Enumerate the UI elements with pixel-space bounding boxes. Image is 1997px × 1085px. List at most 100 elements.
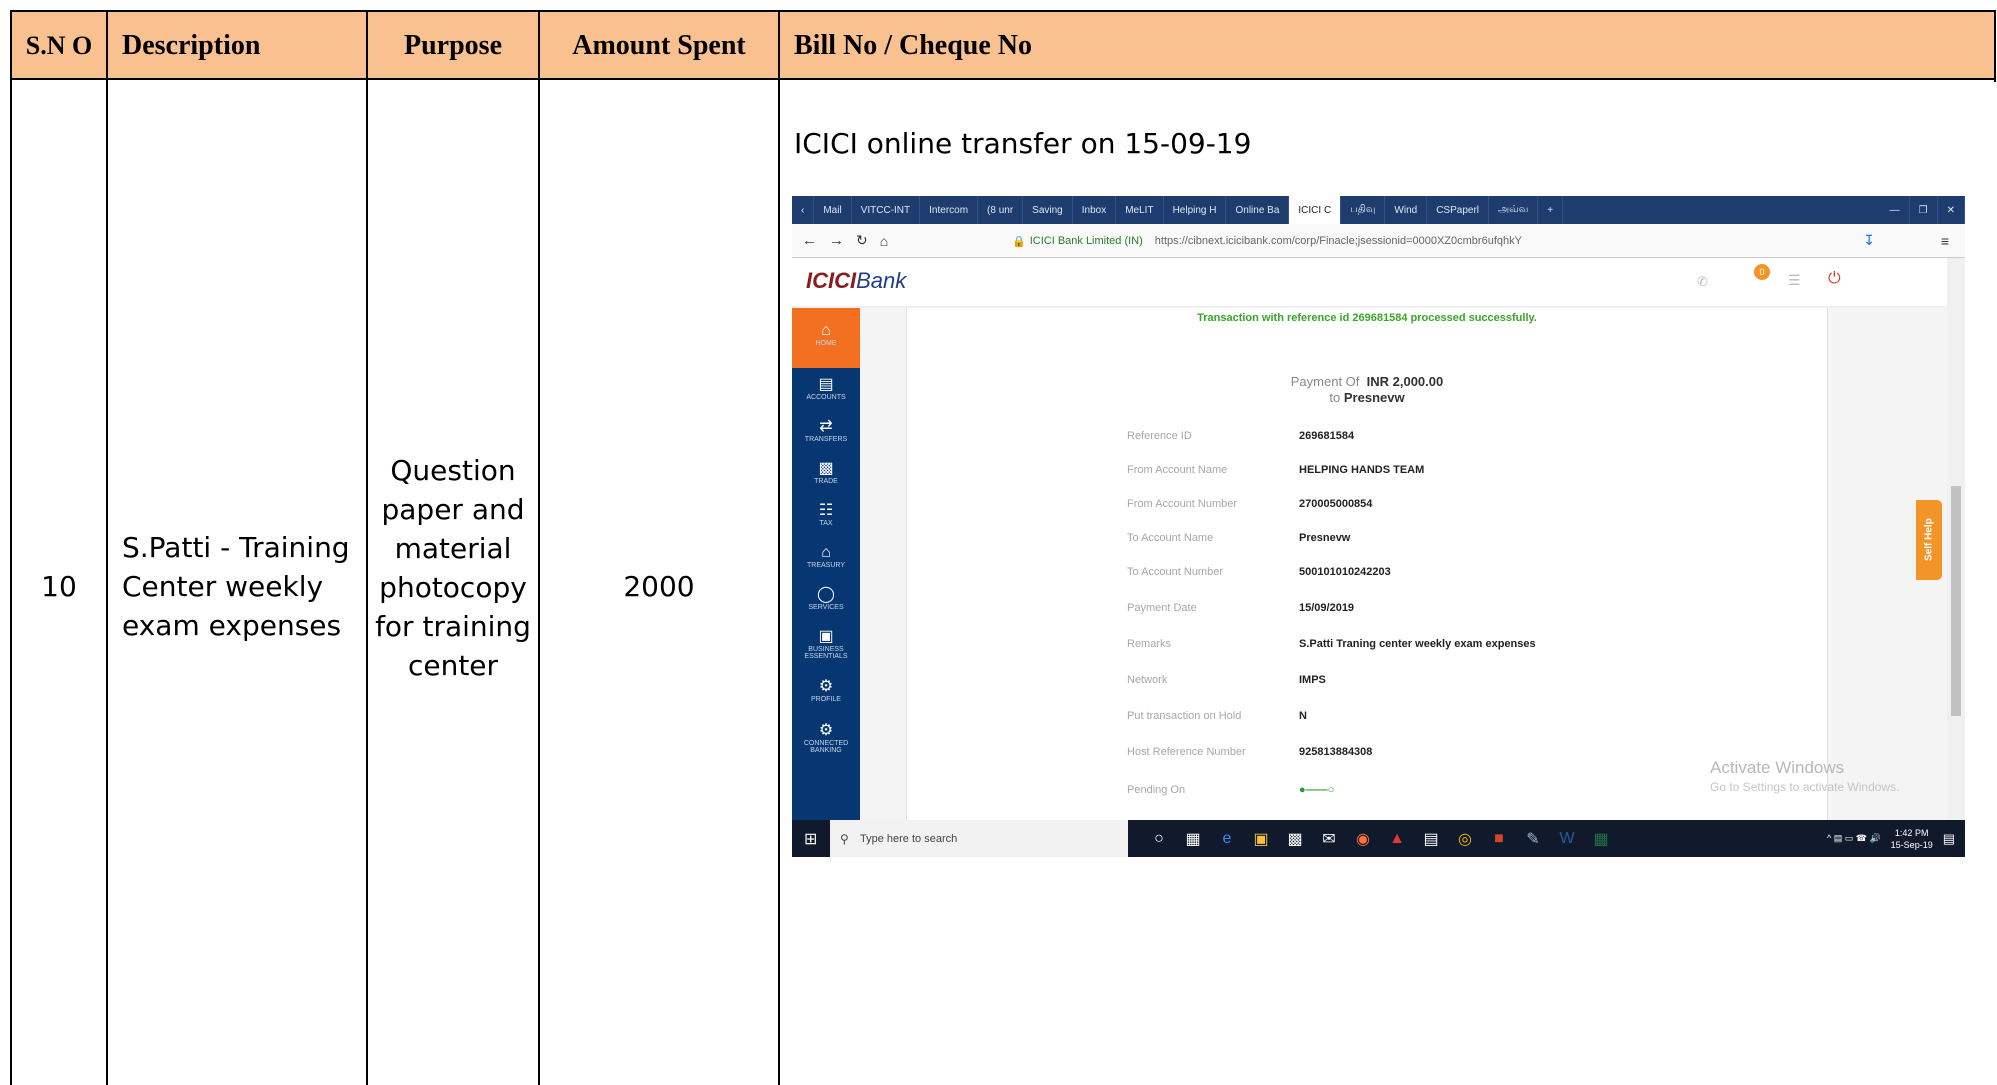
search-icon: ⚲ — [840, 831, 849, 846]
vertical-scrollbar — [1947, 258, 1965, 820]
sidebar-item-treasury: ⌂ TREASURY — [792, 544, 860, 569]
cell-amount: 2000 — [623, 570, 695, 603]
browser-tab: Helping H — [1164, 196, 1227, 224]
transfer-panel: Transaction with reference id 269681584 … — [906, 308, 1828, 820]
back-icon: ← — [802, 232, 817, 249]
paint-icon: ✎ — [1526, 830, 1540, 848]
success-message: Transaction with reference id 269681584 … — [1197, 312, 1537, 324]
sidebar-item-profile: ⚙ PROFILE — [792, 678, 860, 703]
sidebar-item-tax: ☷ TAX — [792, 502, 860, 527]
cortana-icon: ○ — [1154, 829, 1164, 847]
bank-header: ICICIBank ✆ 0 ☰ ⏻ — [792, 258, 1947, 308]
excel-icon: ▦ — [1593, 830, 1609, 848]
powerpoint-icon: ■ — [1494, 829, 1504, 847]
gear-icon: ⚙ — [818, 722, 834, 739]
mail-icon: ✉ — [1322, 830, 1336, 848]
column-divider — [366, 12, 368, 1085]
sidebar-item-trade: ▩ TRADE — [792, 460, 860, 485]
browser-tab: அவ்வ — [1489, 196, 1539, 224]
notification-center-icon: ▤ — [1942, 830, 1955, 846]
power-icon: ⏻ — [1828, 270, 1841, 287]
sidebar-item-home: ⌂ HOME — [792, 322, 860, 347]
gear-icon: ⚙ — [818, 678, 834, 695]
browser-tab: Inbox — [1073, 196, 1117, 224]
phone-icon: ✆ — [1697, 274, 1708, 289]
browser-tab: MeLIT — [1116, 196, 1164, 224]
column-divider — [538, 12, 540, 1085]
chrome-icon: ◎ — [1458, 830, 1472, 848]
reload-icon: ↻ — [856, 232, 868, 248]
browser-tab: CSPaperl — [1427, 196, 1490, 224]
browser-tab: Online Ba — [1226, 196, 1290, 224]
browser-nav-bar: ← → ↻ ⌂ 🔒 ICICI Bank Limited (IN) https:… — [792, 224, 1965, 258]
word-icon: W — [1559, 829, 1575, 847]
bill-caption: ICICI online transfer on 15-09-19 — [794, 127, 1252, 160]
cell-description: S.Patti - Training Center weekly exam ex… — [122, 531, 350, 642]
site-identity: ICICI Bank Limited (IN) — [1029, 235, 1143, 247]
firefox-icon: ◉ — [1356, 830, 1370, 848]
new-tab-icon: + — [1538, 196, 1564, 224]
header-sno: S.N O — [25, 31, 93, 60]
cell-sno: 10 — [41, 570, 77, 603]
business-icon: ▣ — [818, 628, 834, 645]
folder-icon: ▣ — [1253, 830, 1269, 848]
taskbar-clock: 1:42 PM 15-Sep-19 — [1890, 827, 1933, 850]
header-description: Description — [122, 30, 261, 61]
browser-tab: VITCC-INT — [852, 196, 921, 224]
edge-icon: e — [1222, 829, 1232, 847]
windows-watermark-subtitle: Go to Settings to activate Windows. — [1710, 780, 1900, 794]
system-tray: ^ ▤ ▭ ☎ 🔊 1:42 PM 15-Sep-19 ▤ — [1827, 820, 1955, 857]
list-icon: ☰ — [1788, 272, 1801, 288]
pdf-icon: ▲ — [1389, 829, 1405, 847]
cell-purpose: Question paper and material photocopy fo… — [375, 454, 531, 682]
header-amount: Amount Spent — [572, 30, 746, 61]
document-icon: ▤ — [1423, 830, 1439, 848]
accounts-icon: ▤ — [818, 376, 834, 393]
transfers-icon: ⇄ — [819, 418, 833, 435]
browser-tab: (8 unr — [978, 196, 1024, 224]
self-help-tab: Self Help — [1916, 500, 1942, 580]
scrollbar-thumb — [1951, 486, 1961, 716]
column-divider — [1994, 12, 1996, 82]
sidebar-item-connected: ⚙ CONNECTED BANKING — [792, 722, 860, 754]
payment-of: Payment Of INR 2,000.00 — [1290, 374, 1444, 389]
pending-status-icon: ●——○ — [1299, 784, 1335, 796]
task-view-icon: ▦ — [1185, 830, 1201, 848]
browser-tab: Mail — [814, 196, 852, 224]
windows-watermark-title: Activate Windows — [1710, 758, 1845, 777]
download-icon: ↧ — [1863, 232, 1875, 248]
bank-transfer-screenshot: ‹ Mail VITCC-INT Intercom (8 unr Saving … — [792, 196, 1965, 857]
treasury-icon: ⌂ — [821, 544, 831, 561]
address-bar: 🔒 ICICI Bank Limited (IN) https://cibnex… — [1012, 228, 1862, 254]
taskbar-apps: ○ ▦ e ▣ ▩ ✉ ◉ ▲ ▤ ◎ ■ ✎ W ▦ — [1142, 820, 1618, 857]
forward-icon: → — [829, 232, 844, 249]
payment-to: to Presnevw — [1329, 390, 1405, 405]
close-icon: ✕ — [1938, 196, 1965, 224]
taskbar-search: ⚲ Type here to search — [830, 820, 1128, 857]
browser-tab: Saving — [1023, 196, 1073, 224]
tax-icon: ☷ — [818, 502, 834, 519]
windows-start-icon: ⊞ — [804, 830, 818, 848]
browser-tab: Wind — [1385, 196, 1428, 224]
minimize-icon: — — [1881, 196, 1910, 224]
sidebar-item-accounts: ▤ ACCOUNTS — [792, 376, 860, 401]
home-icon: ⌂ — [821, 322, 831, 339]
header-bill: Bill No / Cheque No — [794, 30, 1033, 61]
transfer-content: Transaction with reference id 269681584 … — [860, 308, 1947, 820]
tray-icons: ^ ▤ ▭ ☎ 🔊 — [1827, 833, 1881, 843]
restore-icon: ❐ — [1910, 196, 1938, 224]
column-divider — [106, 12, 108, 1085]
lock-icon: 🔒 — [1012, 235, 1026, 248]
trade-icon: ▩ — [818, 460, 834, 477]
sidebar-item-business: ▣ BUSINESS ESSENTIALS — [792, 628, 860, 660]
store-icon: ▩ — [1287, 830, 1303, 848]
menu-icon: ≡ — [1940, 232, 1949, 249]
bank-sidebar: ⌂ HOME ▤ ACCOUNTS ⇄ TRANSFERS ▩ TRADE ☷ TAX ⌂… — [792, 308, 860, 820]
home-icon: ⌂ — [879, 232, 889, 249]
services-icon: ◯ — [817, 586, 835, 603]
windows-taskbar: ⊞ ⚲ Type here to search ○ ▦ e ▣ ▩ ✉ ◉ ▲ … — [792, 820, 1965, 857]
icici-logo: ICICIBank — [806, 268, 907, 293]
header-purpose: Purpose — [404, 30, 502, 61]
sidebar-item-transfers: ⇄ TRANSFERS — [792, 418, 860, 443]
column-divider — [778, 12, 780, 1085]
